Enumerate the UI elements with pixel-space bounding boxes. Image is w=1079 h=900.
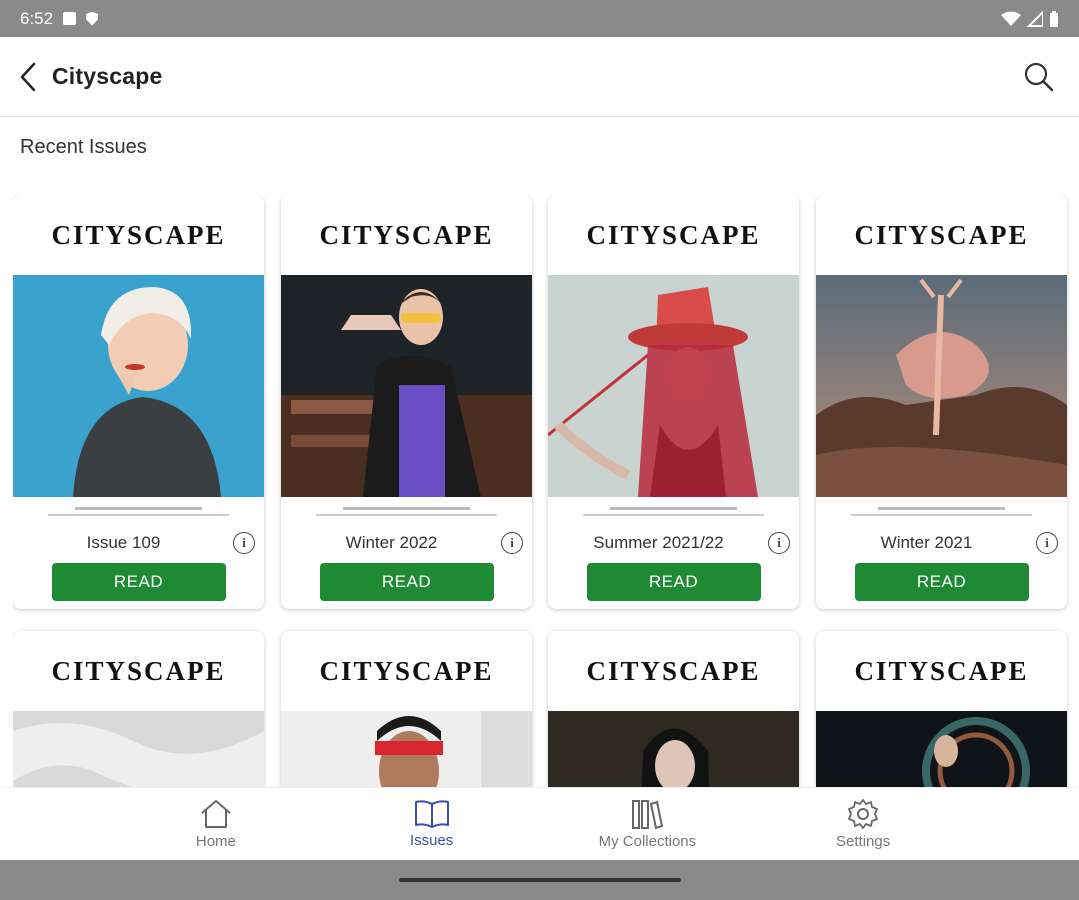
status-bar: 6:52: [0, 0, 1079, 37]
issue-card[interactable]: CITYSCAPE Winter 2022 i READ: [281, 195, 532, 609]
info-icon[interactable]: i: [501, 532, 523, 554]
masthead: CITYSCAPE: [586, 219, 761, 250]
search-button[interactable]: [1017, 55, 1061, 99]
nav-settings-label: Settings: [836, 833, 891, 850]
cover-image[interactable]: [816, 711, 1067, 787]
nav-home[interactable]: Home: [108, 788, 324, 860]
book-icon: [414, 800, 449, 828]
home-icon: [201, 800, 231, 828]
section-title: Recent Issues: [20, 136, 147, 158]
issue-card[interactable]: CITYSCAPE: [281, 631, 532, 787]
gear-icon: [848, 799, 879, 829]
masthead: CITYSCAPE: [586, 655, 761, 686]
read-button[interactable]: READ: [51, 563, 226, 601]
back-button[interactable]: [4, 53, 52, 101]
nav-my-collections[interactable]: My Collections: [540, 788, 756, 860]
read-button[interactable]: READ: [854, 563, 1029, 601]
cover-image[interactable]: [281, 275, 532, 497]
search-icon: [1024, 62, 1054, 91]
issue-title: Winter 2022: [345, 533, 438, 552]
wifi-icon: [1001, 11, 1021, 26]
masthead: CITYSCAPE: [854, 219, 1029, 250]
nav-issues-label: Issues: [409, 832, 454, 849]
masthead: CITYSCAPE: [854, 655, 1029, 686]
cover-image[interactable]: [281, 711, 532, 787]
shield-icon: [86, 11, 99, 26]
issue-card[interactable]: CITYSCAPE Winter 2021 i READ: [816, 195, 1067, 609]
read-button[interactable]: READ: [319, 563, 494, 601]
cover-fine-print: [13, 497, 264, 523]
cover-image[interactable]: [548, 711, 799, 787]
cover-image[interactable]: [13, 275, 264, 497]
info-icon[interactable]: i: [1036, 532, 1058, 554]
issue-card[interactable]: CITYSCAPE: [548, 631, 799, 787]
read-button[interactable]: READ: [586, 563, 761, 601]
issue-title: Issue 109: [86, 533, 161, 552]
system-gesture-bar: [0, 860, 1079, 900]
gesture-handle[interactable]: [399, 878, 681, 882]
info-icon[interactable]: i: [768, 532, 790, 554]
cover-image[interactable]: [13, 711, 264, 787]
issues-grid: CITYSCAPE Issue 109 i READ CITYSCAPE Win…: [13, 195, 1073, 787]
nav-issues[interactable]: Issues: [324, 788, 540, 860]
info-icon[interactable]: i: [233, 532, 255, 554]
masthead: CITYSCAPE: [51, 655, 226, 686]
battery-icon: [1050, 10, 1058, 27]
masthead: CITYSCAPE: [319, 655, 494, 686]
page-title: Cityscape: [52, 63, 163, 89]
issue-card[interactable]: CITYSCAPE: [816, 631, 1067, 787]
issue-title: Winter 2021: [880, 533, 973, 552]
bottom-navigation: Home Issues My Collections Settings: [0, 787, 1079, 860]
notification-icon: [63, 12, 77, 25]
issue-card[interactable]: CITYSCAPE Summer 2021/22 i READ: [548, 195, 799, 609]
cover-image[interactable]: [548, 275, 799, 497]
cover-fine-print: [548, 497, 799, 523]
back-arrow-icon: [20, 62, 36, 91]
nav-home-label: Home: [195, 833, 236, 850]
cover-fine-print: [816, 497, 1067, 523]
nav-settings[interactable]: Settings: [755, 788, 971, 860]
masthead: CITYSCAPE: [51, 219, 226, 250]
issue-card[interactable]: CITYSCAPE: [13, 631, 264, 787]
nav-my-collections-label: My Collections: [598, 833, 697, 850]
masthead: CITYSCAPE: [319, 219, 494, 250]
issue-title: Summer 2021/22: [593, 533, 724, 552]
status-time: 6:52: [20, 8, 54, 28]
cover-fine-print: [281, 497, 532, 523]
library-icon: [632, 800, 664, 830]
app-bar: Cityscape: [0, 37, 1079, 117]
cover-image[interactable]: [816, 275, 1067, 497]
issue-card[interactable]: CITYSCAPE Issue 109 i READ: [13, 195, 264, 609]
signal-icon: [1027, 10, 1043, 27]
